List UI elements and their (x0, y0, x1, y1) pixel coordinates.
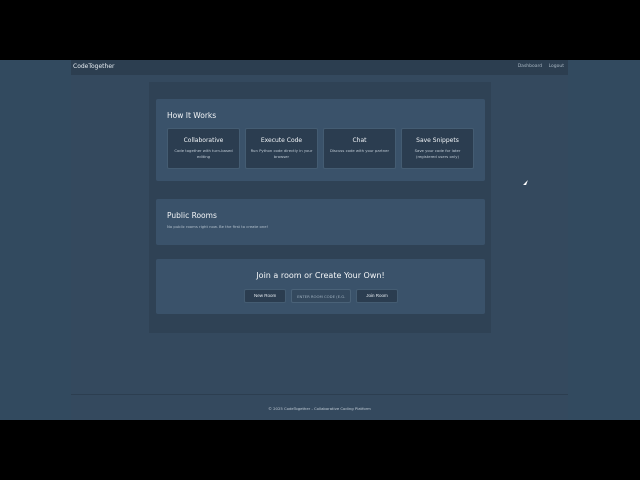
feature-title: Collaborative (183, 137, 224, 144)
navbar: CodeTogether Dashboard Logout (71, 60, 568, 75)
public-rooms-empty-message: No public rooms right now. Be the first … (167, 224, 269, 229)
join-room-title: Join a room or Create Your Own! (256, 271, 385, 280)
join-room-button[interactable]: Join Room (356, 289, 398, 303)
brand-logo[interactable]: CodeTogether (73, 63, 115, 70)
feature-title: Execute Code (260, 137, 303, 144)
how-it-works-section: How It Works Collaborative Code together… (156, 99, 485, 181)
footer-text: © 2025 CodeTogether - Collaborative Codi… (268, 406, 371, 411)
join-room-section: Join a room or Create Your Own! New Room… (156, 259, 485, 314)
feature-description: Code together with turn-based editing (174, 148, 233, 159)
nav-links: Dashboard Logout (513, 64, 564, 69)
feature-title: Chat (352, 137, 367, 144)
browser-viewport: CodeTogether Dashboard Logout How It Wor… (0, 60, 640, 420)
public-rooms-section: Public Rooms No public rooms right now. … (156, 199, 485, 245)
footer-divider (71, 394, 568, 395)
new-room-button[interactable]: New Room (244, 289, 287, 303)
app-page: CodeTogether Dashboard Logout How It Wor… (71, 60, 568, 420)
feature-title: Save Snippets (416, 137, 459, 144)
join-room-controls: New Room Join Room (244, 289, 398, 303)
nav-link-dashboard[interactable]: Dashboard (518, 64, 542, 69)
nav-link-logout[interactable]: Logout (549, 64, 564, 69)
feature-card-save-snippets: Save Snippets Save your code for later (… (401, 128, 474, 169)
feature-card-chat: Chat Discuss code with your partner (323, 128, 396, 169)
public-rooms-title: Public Rooms (167, 211, 217, 220)
feature-card-execute-code: Execute Code Run Python code directly in… (245, 128, 318, 169)
feature-card-collaborative: Collaborative Code together with turn-ba… (167, 128, 240, 169)
feature-description: Run Python code directly in your browser (250, 148, 313, 159)
feature-description: Discuss code with your partner (329, 148, 390, 153)
feature-description: Save your code for later (registered use… (414, 148, 461, 159)
room-code-input[interactable] (291, 289, 352, 303)
main-container: How It Works Collaborative Code together… (149, 82, 491, 333)
how-it-works-title: How It Works (167, 111, 217, 120)
